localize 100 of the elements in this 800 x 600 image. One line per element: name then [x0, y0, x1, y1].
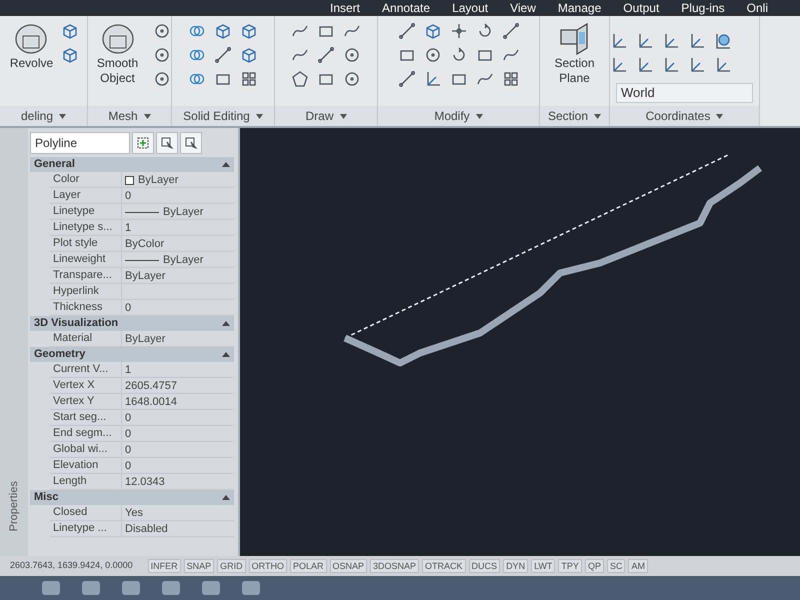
- color-swatch: [125, 176, 134, 185]
- cube-icon[interactable]: [61, 46, 80, 64]
- caret-icon[interactable]: [594, 114, 602, 118]
- cube-icon[interactable]: [61, 22, 80, 40]
- caret-icon[interactable]: [340, 114, 346, 118]
- property-label: Color: [50, 172, 122, 188]
- palette-title: Properties: [6, 480, 21, 531]
- property-label: Start seg...: [50, 410, 122, 426]
- status-toggle[interactable]: OTRACK: [422, 559, 466, 573]
- ribbon-tab[interactable]: Manage: [558, 0, 602, 16]
- property-value[interactable]: 1: [125, 362, 132, 378]
- status-toggle[interactable]: POLAR: [290, 559, 326, 573]
- caret-icon[interactable]: [59, 114, 66, 118]
- line-icon[interactable]: [398, 22, 416, 40]
- ribbon-tab[interactable]: View: [510, 0, 536, 16]
- section-header[interactable]: Misc: [30, 490, 234, 505]
- status-toggle[interactable]: LWT: [531, 559, 556, 573]
- status-toggle[interactable]: AM: [628, 559, 648, 573]
- large-ribbon-button[interactable]: Revolve: [8, 22, 56, 71]
- property-value[interactable]: ByLayer: [138, 172, 178, 188]
- circle-icon[interactable]: [343, 70, 361, 88]
- property-value[interactable]: Disabled: [125, 521, 168, 538]
- property-value[interactable]: ByColor: [125, 236, 164, 252]
- circle-icon[interactable]: [343, 46, 361, 64]
- section-header[interactable]: Geometry: [30, 347, 234, 362]
- line-icon[interactable]: [214, 46, 232, 64]
- ribbon-tab[interactable]: Insert: [330, 0, 360, 16]
- caret-icon[interactable]: [144, 114, 151, 118]
- status-toggle[interactable]: ORTHO: [248, 559, 287, 573]
- property-value[interactable]: ByLayer: [125, 268, 166, 284]
- cube-icon[interactable]: [240, 46, 258, 64]
- status-toggle[interactable]: TPY: [558, 559, 582, 573]
- property-value[interactable]: 12.0343: [125, 474, 165, 490]
- select-icon[interactable]: [156, 132, 178, 154]
- property-label: Layer: [50, 188, 122, 204]
- collapse-icon: [222, 495, 230, 500]
- circle-icon[interactable]: [424, 46, 442, 64]
- property-value[interactable]: ByLayer: [163, 252, 204, 268]
- large-ribbon-button[interactable]: Smooth Object: [88, 22, 147, 86]
- property-value[interactable]: 1: [125, 220, 132, 236]
- status-toggle[interactable]: DYN: [503, 559, 528, 573]
- property-label: End segm...: [50, 426, 122, 442]
- ucs-dropdown[interactable]: World: [616, 83, 753, 103]
- caret-icon[interactable]: [716, 114, 724, 118]
- polyline-drawing[interactable]: [344, 165, 762, 366]
- collapse-icon: [222, 321, 230, 326]
- line-icon[interactable]: [398, 70, 416, 88]
- caret-icon[interactable]: [256, 114, 263, 118]
- ribbon-tab[interactable]: Plug-ins: [681, 0, 725, 16]
- status-toggle[interactable]: GRID: [217, 559, 246, 573]
- ribbon-tab[interactable]: Onli: [746, 0, 768, 16]
- status-toggle[interactable]: DUCS: [468, 559, 500, 573]
- property-label: Closed: [50, 505, 122, 522]
- property-value[interactable]: 0: [125, 188, 132, 204]
- property-value[interactable]: Yes: [125, 505, 143, 522]
- status-toggle[interactable]: INFER: [148, 559, 181, 573]
- status-toggle[interactable]: 3DOSNAP: [370, 559, 420, 573]
- ribbon-tab[interactable]: Output: [623, 0, 660, 16]
- cube-icon[interactable]: [214, 22, 232, 40]
- property-value[interactable]: 0: [125, 442, 132, 458]
- section-header[interactable]: General: [30, 157, 234, 172]
- large-ribbon-button[interactable]: Section Plane: [542, 22, 606, 86]
- property-label: Global wi...: [50, 442, 122, 458]
- circle-icon[interactable]: [153, 22, 171, 40]
- plus-icon[interactable]: [132, 132, 154, 154]
- status-toggle[interactable]: QP: [584, 559, 604, 573]
- quick-select-icon[interactable]: [180, 132, 202, 154]
- move-icon[interactable]: [450, 22, 468, 40]
- object-type-dropdown[interactable]: Polyline: [30, 132, 130, 154]
- property-value[interactable]: 0: [125, 426, 132, 442]
- property-value[interactable]: 0: [125, 458, 132, 474]
- property-value[interactable]: ByLayer: [163, 204, 204, 220]
- line-icon[interactable]: [317, 46, 335, 64]
- ribbon-tab[interactable]: Layout: [452, 0, 488, 16]
- property-value[interactable]: 0: [125, 410, 132, 426]
- section-header[interactable]: 3D Visualization: [30, 316, 234, 331]
- circle-icon[interactable]: [153, 46, 171, 64]
- status-toggle[interactable]: SC: [606, 559, 626, 573]
- status-toggle[interactable]: OSNAP: [330, 559, 368, 573]
- property-label: Elevation: [50, 458, 122, 474]
- status-toggle[interactable]: SNAP: [184, 559, 214, 573]
- cube-icon[interactable]: [240, 22, 258, 40]
- property-value[interactable]: 2605.4757: [125, 378, 177, 394]
- caret-icon[interactable]: [476, 114, 483, 118]
- grid-icon[interactable]: [502, 70, 520, 88]
- sphere-icon: [13, 22, 50, 56]
- property-label: Linetype s...: [50, 220, 122, 236]
- property-label: Vertex Y: [50, 394, 122, 410]
- pentagon-icon[interactable]: [291, 70, 309, 88]
- circle-icon[interactable]: [153, 70, 171, 88]
- property-label: Transpare...: [50, 268, 122, 284]
- property-value[interactable]: 1648.0014: [125, 394, 177, 410]
- property-label: Linetype ...: [50, 521, 122, 538]
- property-value[interactable]: ByLayer: [125, 331, 166, 348]
- line-icon[interactable]: [502, 22, 520, 40]
- grid-icon[interactable]: [240, 70, 258, 88]
- property-label: Hyperlink: [50, 284, 122, 299]
- ribbon-tab[interactable]: Annotate: [382, 0, 430, 16]
- property-value[interactable]: 0: [125, 300, 132, 316]
- cube-icon[interactable]: [424, 22, 442, 40]
